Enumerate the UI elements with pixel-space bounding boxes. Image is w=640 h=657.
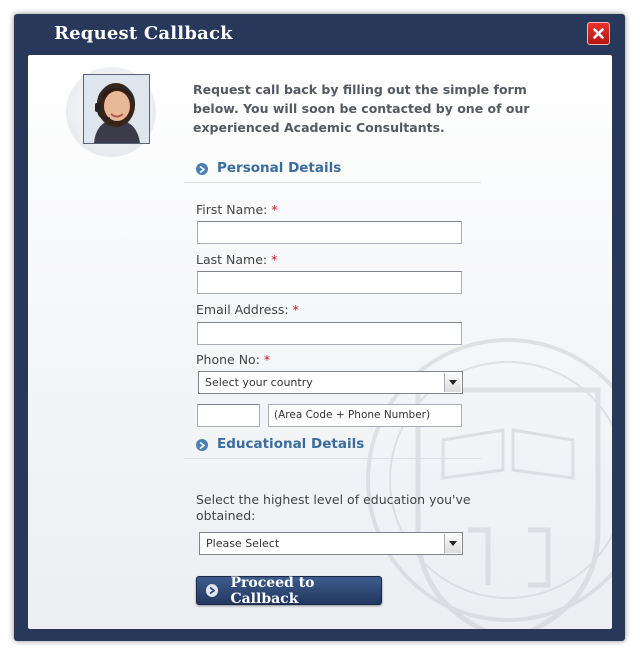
triangle-down-icon — [449, 380, 457, 385]
section-title: Personal Details — [217, 160, 342, 176]
email-label: Email Address: * — [196, 302, 299, 317]
phone-label: Phone No: * — [196, 352, 271, 367]
first-name-input[interactable] — [197, 221, 462, 244]
button-label: Proceed to Callback — [230, 574, 315, 607]
intro-text: Request call back by filling out the sim… — [193, 82, 530, 135]
country-select-value: Select your country — [205, 376, 313, 389]
education-select-value: Please Select — [206, 537, 280, 550]
personal-details-header: Personal Details — [184, 158, 481, 183]
last-name-input[interactable] — [197, 271, 462, 294]
dialog-title: Request Callback — [54, 23, 233, 44]
chevron-right-circle-icon — [196, 439, 208, 451]
first-name-label: First Name: * — [196, 202, 278, 217]
dropdown-arrow[interactable] — [444, 373, 461, 392]
request-callback-dialog: Request Callback Request call back by fi… — [14, 14, 625, 641]
country-select[interactable]: Select your country — [198, 371, 463, 394]
educational-details-header: Educational Details — [184, 434, 481, 459]
phone-number-input[interactable]: (Area Code + Phone Number) — [268, 404, 462, 427]
proceed-to-callback-button[interactable]: Proceed to Callback — [196, 574, 382, 607]
consultant-avatar-frame — [66, 67, 156, 157]
avatar — [83, 74, 150, 144]
dialog-body: Request call back by filling out the sim… — [28, 55, 612, 629]
triangle-down-icon — [449, 541, 457, 546]
close-button[interactable] — [587, 22, 610, 45]
dropdown-arrow[interactable] — [444, 534, 461, 553]
section-title: Educational Details — [217, 436, 365, 452]
last-name-label: Last Name: * — [196, 252, 278, 267]
email-input[interactable] — [197, 322, 462, 345]
area-code-input[interactable] — [197, 404, 260, 427]
education-level-label: Select the highest level of education yo… — [196, 492, 471, 523]
education-level-select[interactable]: Please Select — [199, 532, 463, 555]
chevron-right-circle-icon — [196, 163, 208, 175]
chevron-right-circle-icon — [206, 584, 219, 597]
close-icon — [593, 28, 604, 39]
